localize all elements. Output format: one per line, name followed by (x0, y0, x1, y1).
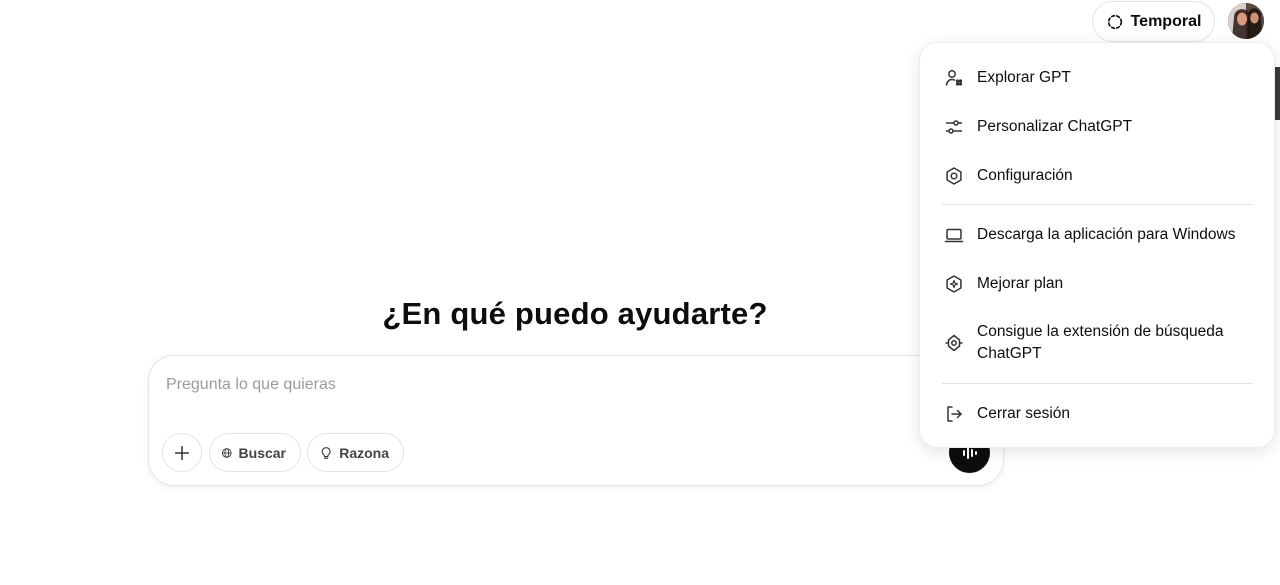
plus-icon (174, 445, 190, 460)
menu-item-label: Consigue la extensión de búsqueda ChatGP… (977, 323, 1224, 362)
menu-item-label: Cerrar sesión (977, 405, 1071, 422)
menu-divider (942, 204, 1253, 205)
menu-item-upgrade-plan[interactable]: Mejorar plan (928, 270, 1268, 298)
sliders-icon (945, 120, 963, 134)
explore-gpts-icon (945, 70, 963, 86)
menu-item-logout[interactable]: Cerrar sesión (928, 400, 1268, 428)
menu-item-label: Configuración (977, 167, 1073, 184)
logout-icon (947, 406, 962, 422)
menu-item-customize[interactable]: Personalizar ChatGPT (928, 113, 1268, 141)
lightbulb-icon (321, 446, 331, 459)
avatar[interactable] (1228, 3, 1264, 39)
menu-item-explore-gpts[interactable]: Explorar GPT (928, 64, 1268, 92)
globe-icon (222, 447, 232, 458)
reason-button-label: Razona (339, 444, 389, 461)
menu-item-label: Explorar GPT (977, 69, 1071, 86)
search-button-label: Buscar (238, 444, 286, 461)
dashed-circle-icon (1107, 14, 1122, 29)
laptop-icon (944, 228, 964, 243)
menu-item-search-extension[interactable]: Consigue la extensión de búsqueda ChatGP… (928, 319, 1268, 367)
reason-button[interactable]: Razona (307, 433, 404, 472)
search-button[interactable]: Buscar (209, 433, 301, 472)
extension-icon (945, 334, 963, 352)
menu-item-download-windows[interactable]: Descarga la aplicación para Windows (928, 221, 1268, 249)
profile-photo-icon (1228, 3, 1264, 39)
menu-item-label: Mejorar plan (977, 275, 1064, 292)
prompt-input[interactable] (166, 373, 926, 397)
profile-menu: Explorar GPT Personalizar ChatGPT Config… (919, 42, 1275, 448)
menu-divider (942, 383, 1253, 384)
add-attachment-button[interactable] (162, 433, 202, 472)
menu-item-settings[interactable]: Configuración (928, 162, 1268, 190)
temporary-chat-button[interactable]: Temporal (1092, 1, 1215, 42)
temporary-chat-label: Temporal (1130, 12, 1202, 30)
menu-item-label: Personalizar ChatGPT (977, 118, 1133, 135)
composer: Buscar Razona (148, 355, 1004, 486)
menu-item-label: Descarga la aplicación para Windows (977, 226, 1236, 243)
upgrade-icon (946, 275, 962, 293)
gear-icon (946, 167, 962, 185)
